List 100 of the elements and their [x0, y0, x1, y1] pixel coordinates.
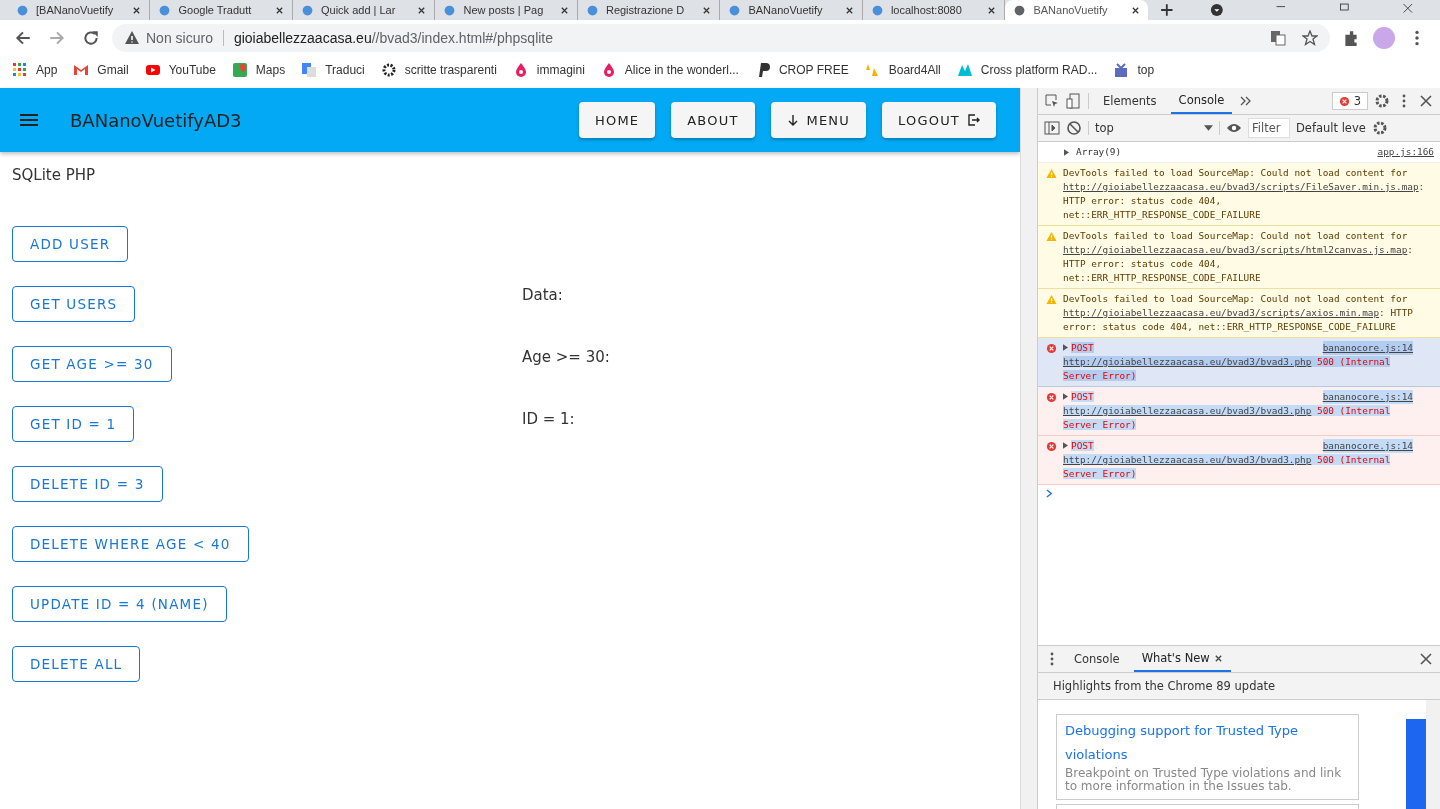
- close-icon[interactable]: [274, 5, 284, 15]
- bookmark[interactable]: Board4All: [864, 62, 941, 78]
- url-link[interactable]: bvad3/bvad3.php: [1226, 356, 1312, 367]
- expand-icon[interactable]: [1063, 344, 1068, 351]
- expand-icon[interactable]: [1063, 442, 1068, 449]
- action-button[interactable]: DELETE WHERE AGE < 40: [12, 526, 249, 562]
- action-button[interactable]: ADD USER: [12, 226, 129, 262]
- inspect-icon[interactable]: [1044, 93, 1060, 109]
- close-icon[interactable]: [1213, 653, 1223, 663]
- nav-button[interactable]: LOGOUT: [882, 102, 996, 138]
- site-icon: [1013, 3, 1027, 17]
- close-icon[interactable]: [844, 5, 854, 15]
- url-link[interactable]: http://gioiabellezzaacasa.eu/bvad3/script: [1063, 307, 1295, 318]
- levels-dropdown[interactable]: Default leve: [1296, 121, 1366, 135]
- menu-icon[interactable]: [20, 114, 38, 126]
- sidebar-icon[interactable]: [1044, 120, 1060, 136]
- gift-icon: [1113, 62, 1130, 78]
- scrollbar[interactable]: [1020, 88, 1037, 809]
- action-button[interactable]: GET USERS: [12, 286, 136, 322]
- logo-icon: [956, 62, 973, 78]
- settings-icon[interactable]: [1374, 93, 1390, 109]
- url-link[interactable]: http://gioiabellezzaacasa.eu/: [1063, 454, 1227, 465]
- site-icon: [300, 3, 314, 17]
- url-link[interactable]: bvad3/bvad3.php: [1226, 454, 1312, 465]
- prompt-icon[interactable]: [1046, 489, 1053, 498]
- message-text: DevTools failed to load SourceMap: Could not load content for http://gioiabellezzaacasa.eu/bvad3/scripts/FileSaver.min.js.map: HTTP error: status code 404, net::ERR_HTTP_RESPONSE_CODE_FAILURE: [1063, 167, 1425, 220]
- address-bar[interactable]: Non sicuro gioiabellezzaacasa.eu//bvad3/index.html#/phpsqlite: [112, 24, 1330, 52]
- bookmark[interactable]: Gmail: [73, 62, 129, 78]
- dropdown-icon[interactable]: [1210, 3, 1225, 17]
- source-link[interactable]: bananocore.js:14: [1322, 341, 1413, 355]
- url-host: gioiabellezzaacasa.eu: [233, 30, 372, 46]
- url-path: //bvad3/index.html#/phpsqlite: [371, 30, 554, 46]
- message-text: DevTools failed to load SourceMap: Could not load content for http://gioiabellezzaacasa.eu/bvad3/scripts/axios.min.map: HTTP error: status code 404, net::ERR_HTTP_RESPONSE_CODE_FAILURE: [1063, 293, 1413, 332]
- mail-icon: [73, 62, 90, 78]
- nav-button[interactable]: HOME: [579, 102, 656, 138]
- logo-icon: [864, 62, 881, 78]
- scrollbar[interactable]: [1426, 700, 1440, 809]
- source-link[interactable]: app.js:166: [1377, 145, 1434, 159]
- translate-icon: [301, 62, 318, 78]
- device-icon[interactable]: [1066, 93, 1082, 109]
- bookmark[interactable]: Maps: [231, 62, 286, 78]
- close-icon[interactable]: [417, 5, 427, 15]
- url-link[interactable]: http://gioiabellezzaacasa.eu/: [1063, 356, 1227, 367]
- url-link[interactable]: bvad3/bvad3.php: [1226, 405, 1312, 416]
- expand-icon[interactable]: [1063, 393, 1068, 400]
- translate-icon[interactable]: [1270, 30, 1286, 46]
- star-icon[interactable]: [1302, 30, 1318, 46]
- result-label: Data:: [522, 286, 564, 304]
- site-icon: [443, 3, 457, 17]
- bookmark[interactable]: YouTube: [144, 62, 216, 78]
- nav-button[interactable]: ABOUT: [671, 102, 755, 138]
- nav-button[interactable]: MENU: [770, 102, 866, 138]
- warning-icon: [1046, 168, 1057, 179]
- action-button[interactable]: GET AGE >= 30: [12, 346, 172, 382]
- close-icon[interactable]: [987, 5, 997, 15]
- page-heading: SQLite PHP: [12, 166, 97, 184]
- bookmark[interactable]: immagini: [512, 62, 585, 78]
- settings-icon[interactable]: [1371, 120, 1388, 136]
- close-icon[interactable]: [1418, 651, 1434, 667]
- drawer-tab[interactable]: Console: [1066, 646, 1128, 672]
- close-icon[interactable]: [1418, 93, 1434, 109]
- browser-tab[interactable]: BANanoVuetify: [1005, 0, 1148, 20]
- action-button[interactable]: DELETE ID = 3: [12, 466, 163, 502]
- bookmark[interactable]: CROP FREE: [754, 62, 849, 78]
- devtools-tab[interactable]: Elements: [1095, 88, 1165, 114]
- bookmark[interactable]: Alice in the wonderl...: [600, 62, 739, 78]
- clear-icon[interactable]: [1066, 120, 1082, 136]
- close-icon[interactable]: [132, 5, 142, 15]
- expand-icon[interactable]: [1064, 148, 1069, 156]
- bookmark[interactable]: Traduci: [301, 62, 365, 78]
- source-link[interactable]: bananocore.js:14: [1322, 390, 1413, 404]
- bookmark[interactable]: App: [12, 62, 58, 78]
- url-link[interactable]: http://gioiabellezzaacasa.eu/: [1063, 405, 1227, 416]
- result-label: ID = 1:: [522, 410, 576, 428]
- action-button[interactable]: GET ID = 1: [12, 406, 135, 442]
- card-title[interactable]: Debugging support for Trusted Type violations: [1065, 719, 1350, 767]
- close-icon[interactable]: [559, 5, 569, 15]
- url-link[interactable]: s/html2canvas.js.map: [1294, 244, 1408, 255]
- feature-card[interactable]: Debugging support for Trusted Type violations Breakpoint on Trusted Type violations and link to more information in the Issues tab.: [1056, 714, 1359, 800]
- url-link[interactable]: s/axios.min.map: [1294, 307, 1380, 318]
- arrow-down-icon: [786, 114, 799, 126]
- source-link[interactable]: bananocore.js:14: [1322, 439, 1413, 453]
- filter-field[interactable]: Filter: [1248, 118, 1290, 138]
- site-icon: [870, 3, 884, 17]
- close-icon[interactable]: [702, 5, 712, 15]
- error-count-badge[interactable]: 3: [1331, 92, 1368, 110]
- action-button[interactable]: UPDATE ID = 4 (NAME): [12, 586, 227, 622]
- error-icon: [1046, 343, 1057, 354]
- close-icon[interactable]: [1130, 5, 1140, 15]
- url-link[interactable]: http://gioiabellezzaacasa.eu/bvad3/script: [1063, 181, 1295, 192]
- bookmark[interactable]: scritte trasparenti: [380, 62, 497, 78]
- url-link[interactable]: s/FileSaver.min.js.map: [1294, 181, 1419, 192]
- warning-icon: [124, 30, 140, 46]
- action-button[interactable]: DELETE ALL: [12, 646, 141, 682]
- url-link[interactable]: http://gioiabellezzaacasa.eu/bvad3/script: [1063, 244, 1295, 255]
- context-select[interactable]: top: [1088, 121, 1220, 135]
- new-tab-icon[interactable]: [1159, 3, 1174, 17]
- bookmark[interactable]: top: [1113, 62, 1155, 78]
- map-icon: [231, 62, 248, 78]
- bookmark[interactable]: Cross platform RAD...: [956, 62, 1098, 78]
